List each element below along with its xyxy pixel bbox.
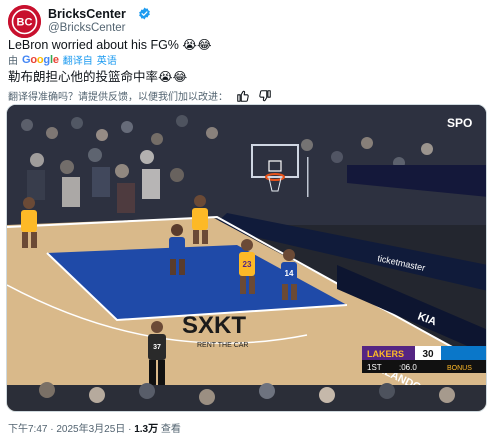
court-logo-sub: RENT THE CAR — [197, 342, 248, 349]
google-logo-icon: Google — [22, 53, 59, 66]
post-time[interactable]: 下午7:47 — [8, 424, 47, 435]
sign-spo: SPO — [447, 116, 472, 130]
svg-text:37: 37 — [153, 344, 161, 351]
translated-by-line: 由 Google 翻译自 英语 — [8, 52, 117, 68]
feedback-prompt: 翻译得准确吗？请提供反馈，以便我们加以改进： — [8, 92, 228, 103]
svg-text:23: 23 — [243, 260, 252, 269]
thumbs-down-icon[interactable] — [258, 89, 272, 103]
tweet-header: BC BricksCenter @BricksCenter — [8, 5, 492, 39]
tweet-text: LeBron worried about his FG% 😭😂 — [8, 38, 212, 52]
scoreboard: LAKERS 30 1ST :06.0 BONUS — [362, 346, 486, 373]
court-logo: SXKT — [182, 312, 246, 339]
svg-text:14: 14 — [285, 269, 294, 278]
view-count: 1.3万 — [134, 424, 159, 435]
verified-badge-icon — [139, 7, 150, 20]
avatar-logo-text: BC — [17, 17, 33, 29]
translation-feedback: 翻译得准确吗？请提供反馈，以便我们加以改进： — [8, 88, 272, 103]
scoreboard-bonus: BONUS — [447, 365, 472, 372]
scoreboard-clock: :06.0 — [399, 363, 417, 372]
translated-text: 勒布朗担心他的投篮命中率😭😂 — [8, 70, 188, 84]
display-name[interactable]: BricksCenter — [48, 7, 126, 21]
post-date[interactable]: 2025年3月25日 — [56, 424, 125, 435]
translated-by-prefix: 由 — [8, 56, 18, 67]
tweet-media-image[interactable]: ticketmaster SPO KIA ORLANDO SXKT RENT T… — [6, 104, 487, 412]
avatar[interactable]: BC — [8, 5, 41, 38]
tweet-footer: 下午7:47 · 2025年3月25日 · 1.3万 查看 — [8, 424, 181, 435]
translated-from-label[interactable]: 翻译自 — [63, 52, 93, 67]
brickscenter-logo-icon: BC — [8, 5, 41, 38]
thumbs-up-icon[interactable] — [236, 89, 250, 103]
basketball-game-photo: ticketmaster SPO KIA ORLANDO SXKT RENT T… — [7, 105, 486, 411]
account-handle[interactable]: @BricksCenter — [48, 22, 126, 34]
scoreboard-score-left: 30 — [422, 349, 434, 360]
scoreboard-quarter: 1ST — [367, 363, 382, 372]
scoreboard-team-left: LAKERS — [367, 349, 404, 359]
source-language-link[interactable]: 英语 — [97, 52, 117, 67]
views-label: 查看 — [160, 424, 181, 435]
